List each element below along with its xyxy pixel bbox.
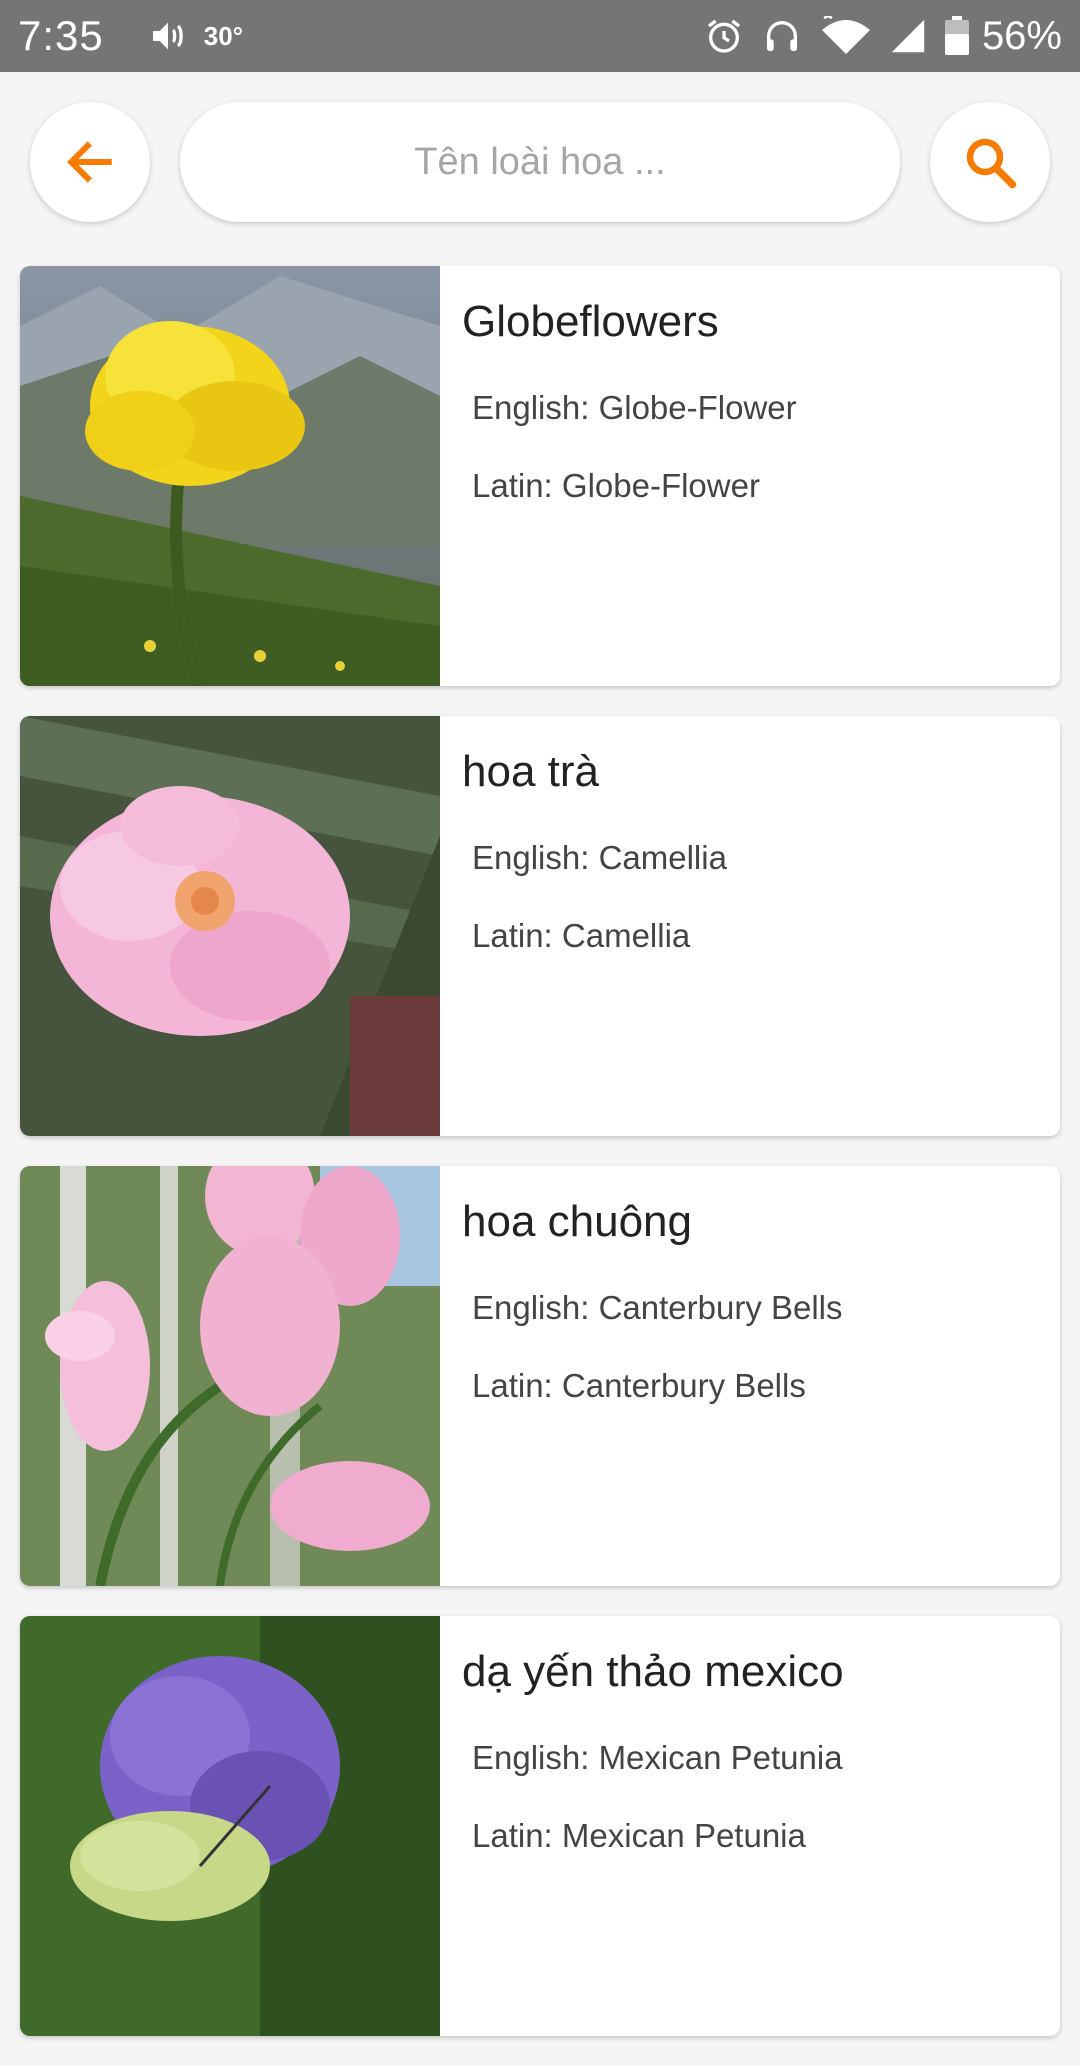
signal-icon bbox=[891, 19, 925, 53]
search-input[interactable] bbox=[180, 139, 900, 185]
flower-name: dạ yến thảo mexico bbox=[462, 1647, 844, 1696]
flower-info: hoa chuông English: Canterbury Bells Lat… bbox=[440, 1166, 843, 1586]
status-temperature: 30° bbox=[203, 20, 244, 51]
flower-image bbox=[20, 266, 440, 686]
flower-english-name: English: Canterbury Bells bbox=[472, 1288, 843, 1326]
flower-card[interactable]: hoa chuông English: Canterbury Bells Lat… bbox=[20, 1166, 1060, 1586]
search-icon bbox=[966, 138, 1017, 189]
flower-latin-name: Latin: Camellia bbox=[472, 916, 691, 954]
flower-name: hoa chuông bbox=[462, 1197, 692, 1246]
flower-latin-name: Latin: Mexican Petunia bbox=[472, 1816, 806, 1854]
flower-info: dạ yến thảo mexico English: Mexican Petu… bbox=[440, 1616, 844, 2036]
flower-info: Globeflowers English: Globe-Flower Latin… bbox=[440, 266, 797, 686]
search-button[interactable] bbox=[930, 102, 1050, 222]
arrow-left-icon bbox=[67, 141, 112, 183]
status-bar: 7:35 30° 56% bbox=[0, 0, 1080, 72]
flower-english-name: English: Globe-Flower bbox=[472, 388, 797, 426]
status-time: 7:35 bbox=[18, 12, 104, 59]
flower-latin-name: Latin: Globe-Flower bbox=[472, 466, 760, 504]
flower-latin-name: Latin: Canterbury Bells bbox=[472, 1366, 806, 1404]
flower-list: Globeflowers English: Globe-Flower Latin… bbox=[20, 266, 1060, 2066]
wifi-icon bbox=[821, 16, 870, 54]
headphones-icon bbox=[766, 21, 797, 51]
flower-card[interactable]: dạ yến thảo mexico English: Mexican Petu… bbox=[20, 1616, 1060, 2036]
flower-name: Globeflowers bbox=[462, 297, 719, 346]
flower-english-name: English: Camellia bbox=[472, 838, 727, 876]
search-header bbox=[0, 72, 1080, 250]
volume-icon bbox=[152, 22, 183, 50]
flower-image bbox=[20, 1166, 440, 1586]
alarm-icon bbox=[707, 19, 740, 53]
flower-english-name: English: Mexican Petunia bbox=[472, 1738, 843, 1776]
flower-image bbox=[20, 716, 440, 1136]
flower-card[interactable]: Globeflowers English: Globe-Flower Latin… bbox=[20, 266, 1060, 686]
flower-info: hoa trà English: Camellia Latin: Camelli… bbox=[440, 716, 727, 1136]
flower-name: hoa trà bbox=[462, 747, 599, 796]
battery-icon bbox=[944, 16, 969, 55]
flower-image bbox=[20, 1616, 440, 2036]
search-field[interactable] bbox=[180, 102, 900, 222]
flower-card[interactable]: hoa trà English: Camellia Latin: Camelli… bbox=[20, 716, 1060, 1136]
battery-percent: 56% bbox=[981, 13, 1062, 58]
back-button[interactable] bbox=[30, 102, 150, 222]
